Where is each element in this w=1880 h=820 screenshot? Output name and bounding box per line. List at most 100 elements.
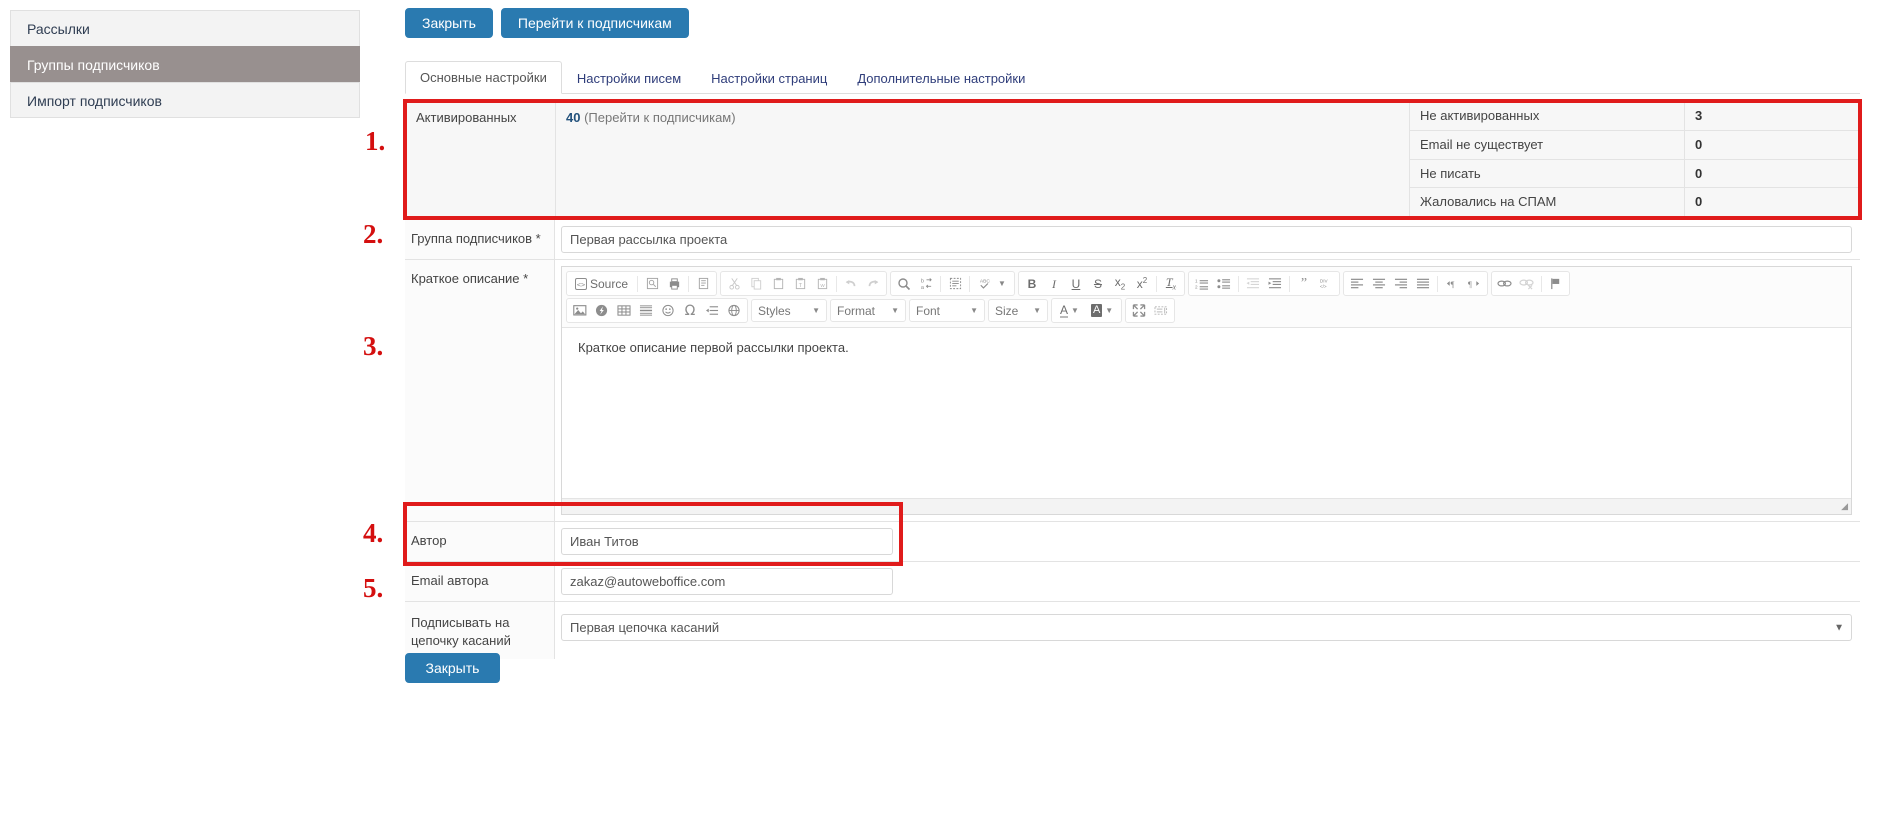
bulleted-list-icon[interactable]	[1213, 273, 1235, 294]
link-icon[interactable]	[1494, 273, 1516, 294]
select-all-icon[interactable]	[944, 273, 966, 294]
author-label: Автор	[405, 522, 555, 561]
align-justify-icon[interactable]	[1412, 273, 1434, 294]
annotation-marker-3: 3.	[363, 331, 383, 362]
text-color-icon[interactable]: A ▼	[1054, 300, 1085, 321]
author-email-input[interactable]	[561, 568, 893, 595]
annotation-marker-1: 1.	[365, 126, 385, 157]
preview-icon[interactable]	[641, 273, 663, 294]
tab-nastroyki-stranic[interactable]: Настройки страниц	[696, 62, 842, 94]
strikethrough-icon[interactable]: S	[1087, 273, 1109, 294]
sidebar: Рассылки Группы подписчиков Импорт подпи…	[10, 10, 360, 118]
chain-select[interactable]	[561, 614, 1852, 641]
field-row-description: Краткое описание * <> Source	[405, 260, 1860, 522]
group-label: Группа подписчиков *	[405, 220, 555, 259]
svg-text:ABC: ABC	[980, 279, 991, 285]
field-row-author-email: Email автора	[405, 562, 1860, 602]
annotation-marker-5: 5.	[363, 573, 383, 604]
indent-icon[interactable]	[1264, 273, 1286, 294]
field-row-group: Группа подписчиков *	[405, 220, 1860, 260]
format-dropdown[interactable]: Format ▼	[830, 299, 906, 322]
subscript-icon[interactable]: x2	[1109, 273, 1131, 294]
cut-icon[interactable]	[723, 273, 745, 294]
italic-icon[interactable]: I	[1043, 273, 1065, 294]
font-dropdown[interactable]: Font ▼	[909, 299, 985, 322]
stats-row-key: Не писать	[1410, 160, 1685, 188]
replace-icon[interactable]: ba	[915, 273, 937, 294]
editor-content-area[interactable]: Краткое описание первой рассылки проекта…	[562, 328, 1851, 498]
stats-row-key: Жаловались на СПАМ	[1410, 188, 1685, 217]
editor-group-align: ¶ ¶	[1343, 271, 1488, 296]
stats-activated-link[interactable]: (Перейти к подписчикам)	[584, 110, 735, 125]
tab-label: Основные настройки	[420, 70, 547, 85]
maximize-icon[interactable]	[1128, 300, 1150, 321]
group-input[interactable]	[561, 226, 1852, 253]
sidebar-item-import-podpischikov[interactable]: Импорт подписчиков	[10, 82, 360, 118]
chevron-down-icon: ▼	[891, 306, 899, 315]
svg-text:</>: </>	[1320, 284, 1327, 289]
tab-dopolnitelnye-nastroyki[interactable]: Дополнительные настройки	[842, 62, 1040, 94]
chevron-down-icon: ▼	[970, 306, 978, 315]
svg-text:<>: <>	[577, 281, 585, 289]
underline-icon[interactable]: U	[1065, 273, 1087, 294]
remove-format-icon[interactable]: Tx	[1160, 273, 1182, 294]
copy-icon[interactable]	[745, 273, 767, 294]
close-button[interactable]: Закрыть	[405, 8, 493, 38]
special-character-icon[interactable]: Ω	[679, 300, 701, 321]
page-break-icon[interactable]	[701, 300, 723, 321]
editor-group-clipboard: T W	[720, 271, 887, 296]
paste-text-icon[interactable]: T	[789, 273, 811, 294]
source-icon[interactable]: <> Source	[569, 273, 634, 294]
bottom-close-button[interactable]: Закрыть	[405, 653, 500, 683]
tab-osnovnye-nastroyki[interactable]: Основные настройки	[405, 61, 562, 94]
tab-nastroyki-pisem[interactable]: Настройки писем	[562, 62, 696, 94]
flash-icon[interactable]	[591, 300, 613, 321]
tab-bar: Основные настройки Настройки писем Настр…	[405, 60, 1860, 94]
undo-icon[interactable]	[840, 273, 862, 294]
main-content: Закрыть Перейти к подписчикам Основные н…	[405, 8, 1860, 94]
anchor-flag-icon[interactable]	[1545, 273, 1567, 294]
align-left-icon[interactable]	[1346, 273, 1368, 294]
resize-grip-icon[interactable]: ◢	[1841, 501, 1848, 512]
show-blocks-icon[interactable]	[1150, 300, 1172, 321]
text-direction-ltr-icon[interactable]: ¶	[1441, 273, 1463, 294]
table-row: Не писать 0	[1409, 160, 1859, 189]
settings-form: Группа подписчиков * Краткое описание * …	[405, 220, 1860, 659]
editor-paragraph: Краткое описание первой рассылки проекта…	[578, 340, 1835, 355]
div-container-icon[interactable]: DIV</>	[1315, 273, 1337, 294]
spellcheck-icon[interactable]: ABC ▼	[973, 273, 1012, 294]
divider	[1238, 276, 1239, 292]
sidebar-item-gruppy-podpischikov[interactable]: Группы подписчиков	[10, 46, 360, 82]
divider	[836, 276, 837, 292]
horizontal-rule-icon[interactable]	[635, 300, 657, 321]
goto-subscribers-button[interactable]: Перейти к подписчикам	[501, 8, 689, 38]
unlink-icon[interactable]	[1516, 273, 1538, 294]
background-color-icon[interactable]: A ▼	[1085, 300, 1119, 321]
text-direction-rtl-icon[interactable]: ¶	[1463, 273, 1485, 294]
size-dropdown[interactable]: Size ▼	[988, 299, 1048, 322]
author-input[interactable]	[561, 528, 893, 555]
print-icon[interactable]	[663, 273, 685, 294]
iframe-globe-icon[interactable]	[723, 300, 745, 321]
editor-group-editing: ba ABC ▼	[890, 271, 1015, 296]
align-center-icon[interactable]	[1368, 273, 1390, 294]
image-icon[interactable]	[569, 300, 591, 321]
smiley-icon[interactable]	[657, 300, 679, 321]
find-icon[interactable]	[893, 273, 915, 294]
tab-label: Настройки писем	[577, 71, 681, 86]
bold-icon[interactable]: B	[1021, 273, 1043, 294]
outdent-icon[interactable]	[1242, 273, 1264, 294]
styles-dropdown[interactable]: Styles ▼	[751, 299, 827, 322]
author-field-cell	[555, 522, 1860, 561]
numbered-list-icon[interactable]: 12	[1191, 273, 1213, 294]
sidebar-item-rassylki[interactable]: Рассылки	[10, 10, 360, 46]
paste-icon[interactable]	[767, 273, 789, 294]
redo-icon[interactable]	[862, 273, 884, 294]
align-right-icon[interactable]	[1390, 273, 1412, 294]
table-icon[interactable]	[613, 300, 635, 321]
editor-group-document: <> Source	[566, 271, 717, 296]
paste-word-icon[interactable]: W	[811, 273, 833, 294]
templates-icon[interactable]	[692, 273, 714, 294]
superscript-icon[interactable]: x2	[1131, 273, 1153, 294]
blockquote-icon[interactable]: ”	[1293, 273, 1315, 294]
